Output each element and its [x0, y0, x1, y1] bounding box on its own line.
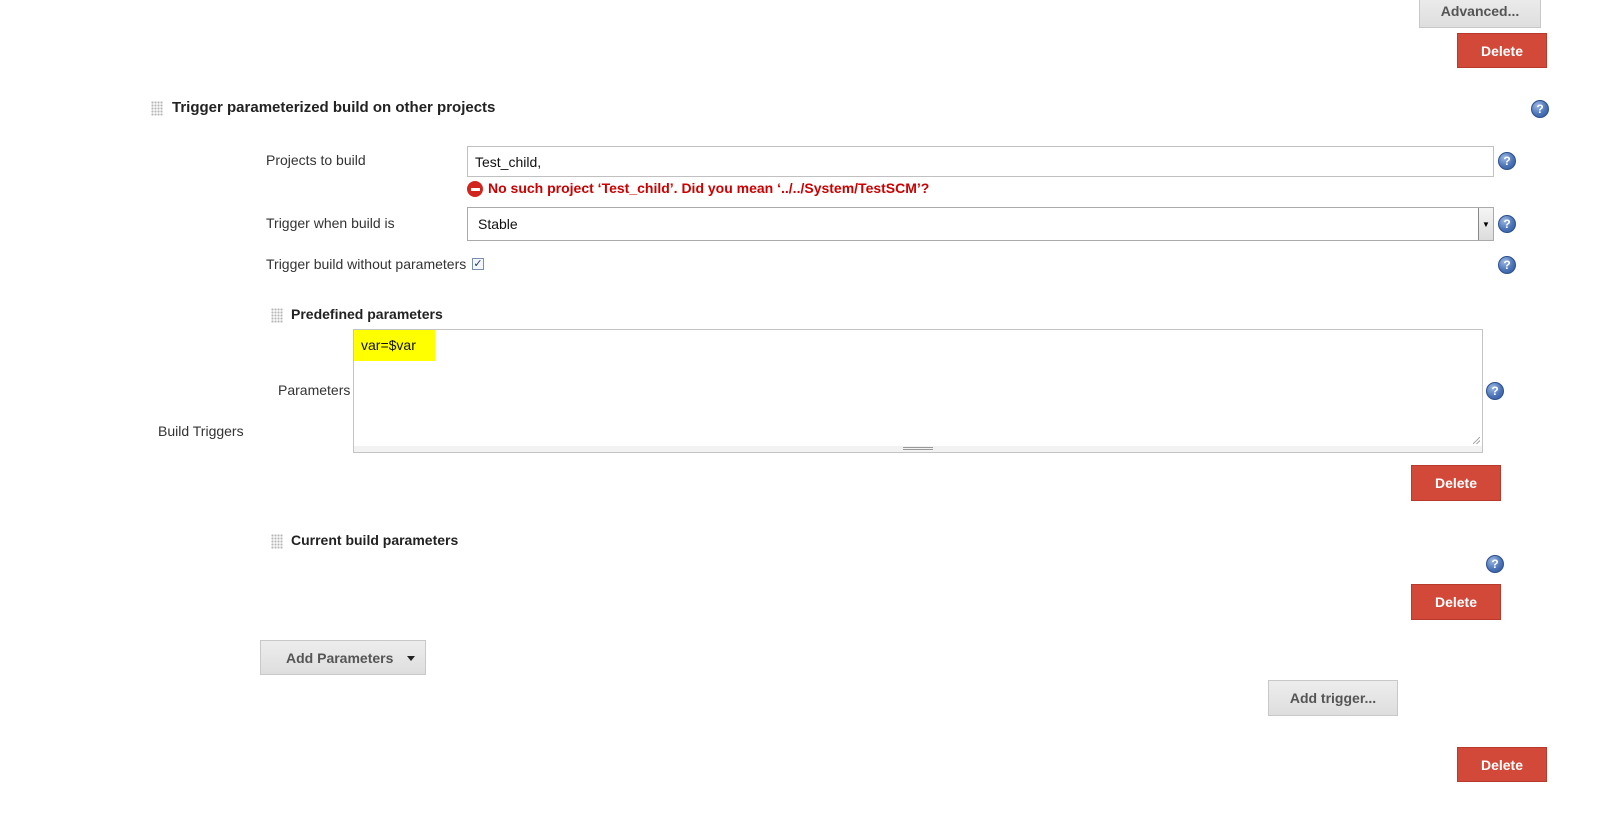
projects-to-build-input[interactable]: [467, 146, 1494, 177]
help-icon[interactable]: ?: [1498, 152, 1516, 170]
parameters-textarea[interactable]: var=$var: [353, 329, 1483, 447]
delete-button-bottom[interactable]: Delete: [1457, 747, 1547, 782]
trigger-without-params-label: Trigger build without parameters: [266, 256, 467, 272]
delete-current-button[interactable]: Delete: [1411, 584, 1501, 620]
add-trigger-button[interactable]: Add trigger...: [1268, 680, 1398, 716]
parameters-value: var=$var: [354, 330, 435, 361]
resize-corner-icon[interactable]: [1473, 437, 1480, 444]
trigger-when-label: Trigger when build is: [266, 215, 395, 231]
trigger-without-params-checkbox[interactable]: ✓: [472, 258, 484, 270]
error-icon: [467, 181, 483, 197]
build-triggers-label: Build Triggers: [158, 423, 244, 439]
add-parameters-label: Add Parameters: [286, 649, 394, 666]
section-title-predefined-parameters: Predefined parameters: [291, 306, 443, 322]
dropdown-arrow-icon[interactable]: [407, 656, 415, 661]
parameters-label: Parameters: [278, 382, 351, 398]
trigger-when-select[interactable]: Stable ▼: [467, 207, 1494, 241]
advanced-button[interactable]: Advanced...: [1419, 0, 1541, 28]
drag-handle-icon[interactable]: [271, 534, 283, 549]
textarea-resize-handle[interactable]: [353, 446, 1483, 453]
help-icon[interactable]: ?: [1486, 382, 1504, 400]
help-icon[interactable]: ?: [1498, 215, 1516, 233]
delete-button-top[interactable]: Delete: [1457, 33, 1547, 68]
add-parameters-button[interactable]: Add Parameters: [260, 640, 426, 675]
help-icon[interactable]: ?: [1531, 100, 1549, 118]
projects-to-build-label: Projects to build: [266, 152, 366, 168]
delete-predefined-button[interactable]: Delete: [1411, 465, 1501, 501]
trigger-when-selected-value: Stable: [478, 216, 518, 232]
help-icon[interactable]: ?: [1486, 555, 1504, 573]
error-message: No such project ‘Test_child’. Did you me…: [488, 180, 930, 196]
drag-handle-icon[interactable]: [151, 101, 163, 116]
help-icon[interactable]: ?: [1498, 256, 1516, 274]
section-title-trigger-parameterized: Trigger parameterized build on other pro…: [172, 99, 496, 116]
select-arrow-icon[interactable]: ▼: [1478, 208, 1493, 240]
section-title-current-build-parameters: Current build parameters: [291, 532, 459, 548]
drag-handle-icon[interactable]: [271, 308, 283, 323]
